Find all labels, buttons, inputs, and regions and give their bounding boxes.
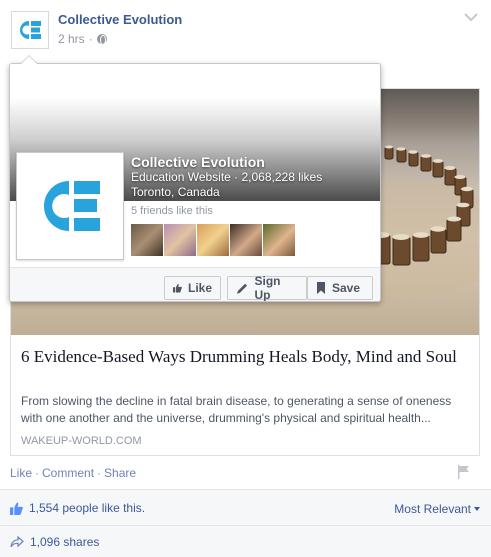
chevron-down-icon[interactable] <box>464 12 478 22</box>
post-time[interactable]: 2 hrs <box>58 32 85 46</box>
thumbs-up-icon <box>10 502 23 515</box>
hovercard-like-button[interactable]: Like <box>164 276 221 300</box>
action-separator: · <box>97 466 102 480</box>
share-action[interactable]: Share <box>104 466 136 480</box>
collective-evolution-logo <box>12 12 48 48</box>
friend-avatar[interactable] <box>131 224 163 256</box>
post-actions: Like · Comment · Share <box>10 466 136 480</box>
flag-icon[interactable] <box>458 465 470 479</box>
globe-icon <box>96 34 107 45</box>
hovercard-sign-up-label: Sign Up <box>254 274 281 302</box>
likes-summary: 1,554 people like this. <box>10 501 145 515</box>
hovercard-like-label: Like <box>187 281 212 295</box>
hovercard-page-name[interactable]: Collective Evolution <box>131 154 265 170</box>
meta-separator: · <box>88 32 93 46</box>
comment-action[interactable]: Comment <box>42 466 94 480</box>
pencil-icon <box>236 283 248 294</box>
page-avatar[interactable] <box>11 11 49 49</box>
article-description: From slowing the decline in fatal brain … <box>21 394 452 425</box>
post-meta: 2 hrs · <box>58 32 107 46</box>
friend-avatars <box>131 224 295 256</box>
hovercard-profile-picture[interactable] <box>16 152 124 260</box>
article-title[interactable]: 6 Evidence-Based Ways Drumming Heals Bod… <box>21 346 471 368</box>
action-separator: · <box>35 466 40 480</box>
likes-count[interactable]: 1,554 people like this. <box>29 501 145 515</box>
feedback-panel: 1,554 people like this. Most Relevant 1,… <box>0 489 491 557</box>
comment-sort-label: Most Relevant <box>394 502 471 516</box>
caret-down-icon <box>474 507 480 511</box>
like-action[interactable]: Like <box>10 466 32 480</box>
bookmark-icon <box>317 282 325 294</box>
collective-evolution-logo-large <box>17 153 123 259</box>
hovercard-friends-like[interactable]: 5 friends like this <box>131 205 213 217</box>
hovercard-arrow-fill <box>21 56 37 64</box>
shares-summary: 1,096 shares <box>10 535 99 549</box>
share-arrow-icon <box>10 536 24 548</box>
hovercard-location: Toronto, Canada <box>131 185 220 199</box>
friend-avatar[interactable] <box>230 224 262 256</box>
hovercard-save-button[interactable]: Save <box>307 276 373 300</box>
thumbs-up-icon <box>173 283 182 293</box>
friend-avatar[interactable] <box>263 224 295 256</box>
divider <box>0 525 491 526</box>
hovercard-save-label: Save <box>332 281 361 295</box>
page-name-link[interactable]: Collective Evolution <box>58 12 182 27</box>
friend-avatar[interactable] <box>164 224 196 256</box>
hovercard-category-likes: Education Website · 2,068,228 likes <box>131 170 323 184</box>
article-domain: WAKEUP-WORLD.COM <box>21 435 142 447</box>
hovercard-sign-up-button[interactable]: Sign Up <box>227 274 307 302</box>
friend-avatar[interactable] <box>197 224 229 256</box>
shares-count[interactable]: 1,096 shares <box>30 535 99 549</box>
hovercard-actions: Like Sign Up Save <box>10 267 380 302</box>
page-hovercard: Collective Evolution Education Website ·… <box>9 63 381 302</box>
comment-sort-dropdown[interactable]: Most Relevant <box>394 502 480 516</box>
